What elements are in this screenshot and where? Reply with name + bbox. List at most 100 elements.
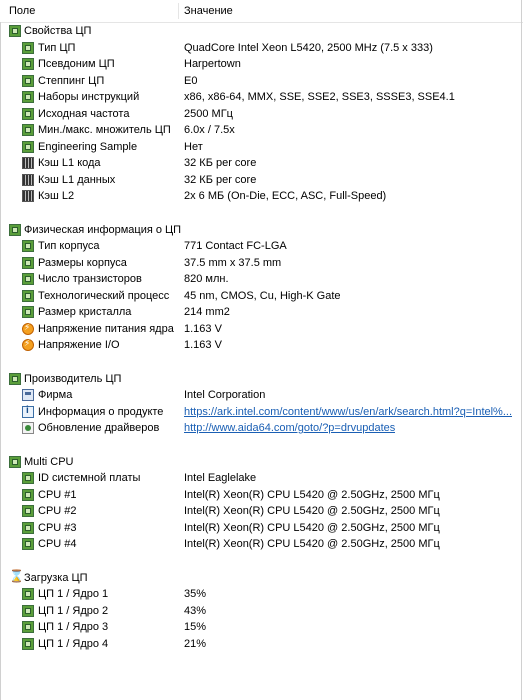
property-label: Кэш L1 кода: [38, 157, 101, 169]
cpu-icon: [22, 289, 34, 302]
property-row[interactable]: Обновление драйверов http://www.aida64.co…: [0, 420, 520, 437]
info-icon: [22, 405, 34, 418]
property-link[interactable]: https://ark.intel.com/content/www/us/en/…: [184, 404, 512, 421]
cpu-icon: [22, 273, 34, 285]
property-link[interactable]: http://www.aida64.com/goto/?p=drvupdates: [184, 420, 395, 437]
voltage-icon: [22, 338, 34, 351]
property-row[interactable]: CPU #1 Intel(R) Xeon(R) CPU L5420 @ 2.50G…: [0, 487, 520, 504]
property-row[interactable]: CPU #2 Intel(R) Xeon(R) CPU L5420 @ 2.50G…: [0, 503, 520, 520]
section-title: Multi CPU: [24, 455, 74, 468]
cpu-icon: [9, 455, 21, 468]
property-value: 6.0x / 7.5x: [184, 124, 235, 136]
cpu-icon: [22, 74, 34, 87]
property-row[interactable]: Число транзисторов 820 млн.: [0, 271, 520, 288]
property-row[interactable]: ЦП 1 / Ядро 1 35%: [0, 586, 520, 603]
property-label: Фирма: [38, 389, 73, 401]
property-value: QuadCore Intel Xeon L5420, 2500 MHz (7.5…: [184, 41, 433, 54]
property-row[interactable]: CPU #4 Intel(R) Xeon(R) CPU L5420 @ 2.50G…: [0, 536, 520, 553]
property-label: ЦП 1 / Ядро 1: [38, 588, 109, 600]
property-label: Напряжение I/O: [38, 339, 120, 351]
property-row[interactable]: Тип ЦП QuadCore Intel Xeon L5420, 2500 MH…: [0, 40, 520, 57]
cpu-icon: [9, 25, 21, 37]
property-label: ЦП 1 / Ядро 3: [38, 621, 109, 633]
property-value: x86, x86-64, MMX, SSE, SSE2, SSE3, SSSE3…: [184, 91, 455, 103]
update-icon: [22, 422, 34, 434]
section-header[interactable]: Загрузка ЦП: [0, 569, 520, 587]
property-label: CPU #3: [38, 521, 77, 534]
property-value: 214 mm2: [184, 306, 230, 318]
property-value: 1.163 V: [184, 339, 222, 351]
cpu-icon: [22, 621, 34, 633]
column-header-field[interactable]: Поле: [9, 0, 35, 22]
column-header: Поле Значение: [0, 0, 523, 23]
property-value: E0: [184, 74, 198, 87]
property-row[interactable]: Напряжение питания ядра 1.163 V: [0, 321, 520, 338]
property-row[interactable]: Кэш L2 2x 6 МБ (On-Die, ECC, ASC, Full-Sp…: [0, 188, 520, 205]
hourglass-icon: [9, 569, 24, 584]
property-label: Тип ЦП: [38, 41, 76, 54]
property-value: Intel(R) Xeon(R) CPU L5420 @ 2.50GHz, 25…: [184, 521, 440, 534]
property-label: Число транзисторов: [38, 273, 142, 285]
property-row[interactable]: CPU #3 Intel(R) Xeon(R) CPU L5420 @ 2.50G…: [0, 520, 520, 537]
section-header[interactable]: Свойства ЦП: [0, 23, 520, 40]
property-label: Кэш L1 данных: [38, 173, 116, 186]
property-row[interactable]: Псевдоним ЦП Harpertown: [0, 56, 520, 73]
property-row[interactable]: Кэш L1 данных 32 КБ per core: [0, 172, 520, 189]
cpu-icon: [22, 41, 34, 54]
property-label: Исходная частота: [38, 107, 130, 120]
section-title: Загрузка ЦП: [24, 571, 88, 584]
cpu-icon: [9, 223, 21, 236]
property-label: Псевдоним ЦП: [38, 58, 115, 70]
cache-icon: [22, 157, 34, 169]
property-label: Технологический процесс: [38, 289, 170, 302]
property-row[interactable]: Мин./макс. множитель ЦП 6.0x / 7.5x: [0, 122, 520, 139]
property-row[interactable]: Размер кристалла 214 mm2: [0, 304, 520, 321]
section-title: Производитель ЦП: [24, 372, 122, 385]
property-row[interactable]: ID системной платы Intel Eaglelake: [0, 470, 520, 487]
property-row[interactable]: Engineering Sample Нет: [0, 139, 520, 156]
cpu-properties-panel: Поле Значение Свойства ЦП Тип ЦП QuadCore …: [0, 0, 523, 700]
property-row[interactable]: ЦП 1 / Ядро 4 21%: [0, 636, 520, 653]
property-row[interactable]: Размеры корпуса 37.5 mm x 37.5 mm: [0, 255, 520, 272]
property-value: Intel Corporation: [184, 389, 266, 401]
cache-icon: [22, 173, 34, 186]
cpu-icon: [22, 306, 34, 318]
property-value: 37.5 mm x 37.5 mm: [184, 256, 282, 269]
property-label: ID системной платы: [38, 472, 141, 484]
column-header-value[interactable]: Значение: [184, 0, 233, 22]
property-value: 2500 МГц: [184, 107, 233, 120]
property-row[interactable]: Исходная частота 2500 МГц: [0, 106, 520, 123]
cpu-icon: [22, 124, 34, 136]
property-label: Обновление драйверов: [38, 422, 160, 434]
property-label: Размер кристалла: [38, 306, 132, 318]
property-value: 35%: [184, 588, 207, 600]
property-row[interactable]: Технологический процесс 45 nm, CMOS, Cu, …: [0, 288, 520, 305]
property-row[interactable]: Тип корпуса 771 Contact FC-LGA: [0, 238, 520, 255]
property-value: 32 КБ per core: [184, 157, 257, 169]
property-value: Нет: [184, 140, 203, 153]
property-row[interactable]: Фирма Intel Corporation: [0, 387, 520, 404]
property-value: Intel(R) Xeon(R) CPU L5420 @ 2.50GHz, 25…: [184, 538, 440, 550]
property-value: 2x 6 МБ (On-Die, ECC, ASC, Full-Speed): [184, 190, 387, 202]
property-row[interactable]: Информация о продукте https://ark.intel.c…: [0, 404, 520, 421]
section-header[interactable]: Физическая информация о ЦП: [0, 222, 520, 239]
property-row[interactable]: ЦП 1 / Ядро 2 43%: [0, 603, 520, 620]
cpu-icon: [22, 521, 34, 534]
property-row[interactable]: Кэш L1 кода 32 КБ per core: [0, 155, 520, 172]
section-header[interactable]: Multi CPU: [0, 454, 520, 471]
property-value: 771 Contact FC-LGA: [184, 240, 287, 252]
cpu-icon: [9, 372, 21, 385]
cpu-icon: [22, 604, 34, 617]
property-label: Наборы инструкций: [38, 91, 140, 103]
section-title: Свойства ЦП: [24, 25, 92, 37]
property-row[interactable]: ЦП 1 / Ядро 3 15%: [0, 619, 520, 636]
property-row[interactable]: Наборы инструкций x86, x86-64, MMX, SSE, …: [0, 89, 520, 106]
column-separator[interactable]: [178, 3, 179, 19]
property-row[interactable]: Степпинг ЦП E0: [0, 73, 520, 90]
cpu-icon: [22, 588, 34, 600]
voltage-icon: [22, 322, 34, 335]
property-value: 820 млн.: [184, 273, 229, 285]
property-label: Напряжение питания ядра: [38, 322, 174, 335]
section-header[interactable]: Производитель ЦП: [0, 371, 520, 388]
property-row[interactable]: Напряжение I/O 1.163 V: [0, 337, 520, 354]
